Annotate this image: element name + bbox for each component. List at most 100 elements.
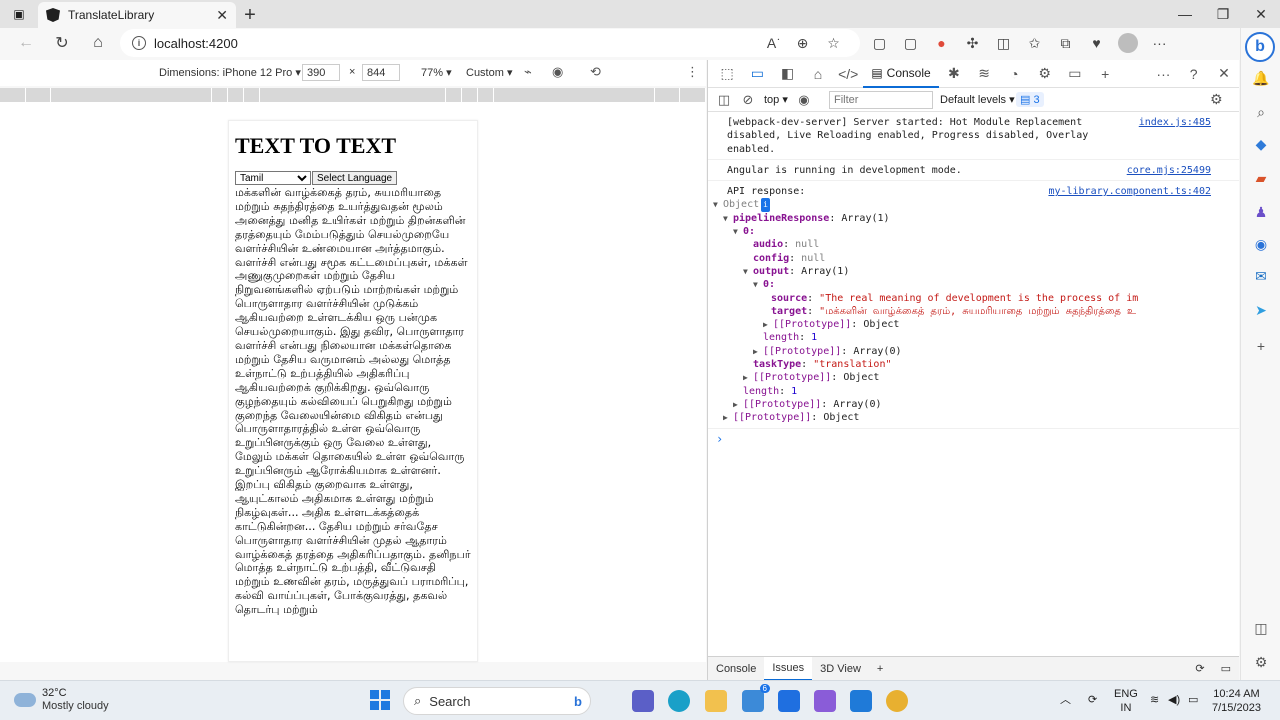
source-link[interactable]: my-library.component.ts:402 (1048, 185, 1211, 198)
performance-icon[interactable]: ♥ (1081, 35, 1112, 51)
split-screen-icon[interactable]: ◫ (988, 35, 1019, 52)
more-icon[interactable]: ··· (1144, 35, 1175, 51)
tab-actions-icon[interactable]: ▣ (0, 0, 38, 28)
dock-icon[interactable]: ◧ (773, 65, 803, 82)
refresh-icon[interactable]: ↻ (44, 29, 80, 57)
outlook-icon[interactable]: ✉ (1251, 266, 1271, 286)
edge-taskbar-icon[interactable] (668, 690, 690, 712)
avatar[interactable] (1118, 33, 1138, 53)
help-icon[interactable]: ? (1179, 66, 1209, 82)
tree-node[interactable]: ▼ output: Array(1) (713, 265, 1139, 278)
sidebar-settings-icon[interactable]: ⚙ (1251, 652, 1271, 672)
new-tab-button[interactable]: + (236, 2, 264, 28)
device-mode-icon[interactable]: ▭ (742, 65, 772, 82)
width-input[interactable] (302, 64, 340, 81)
console-prompt[interactable]: › (708, 429, 1239, 446)
notification-icon[interactable]: 🔔 (1251, 68, 1271, 88)
tree-node[interactable]: ▼ pipelineResponse: Array(1) (713, 212, 1139, 225)
sidebar-layout-icon[interactable]: ◫ (1251, 618, 1271, 638)
tray-overflow-icon[interactable]: ︿ (1060, 693, 1071, 707)
favorite-icon[interactable]: ☆ (818, 35, 849, 52)
tree-node[interactable]: ▼ Object i (713, 198, 1139, 212)
browser-tab[interactable]: TranslateLibrary ✕ (38, 2, 236, 28)
source-link[interactable]: core.mjs:25499 (1127, 164, 1211, 177)
filter-input[interactable] (829, 91, 933, 109)
favorites-icon[interactable]: ✩ (1019, 35, 1050, 52)
taskbar-search[interactable]: ⌕ Search b (403, 687, 591, 715)
weather-widget[interactable]: 32°C Mostly cloudy (14, 687, 109, 713)
drawer-sync-icon[interactable]: ⟳ (1187, 657, 1212, 681)
context-select[interactable]: top ▾ (760, 93, 792, 106)
restore-icon[interactable]: ❐ (1204, 0, 1242, 28)
zoom-select[interactable]: 77% ▾ (421, 66, 452, 79)
close-window-icon[interactable]: ✕ (1242, 0, 1280, 28)
info-icon[interactable]: i (132, 36, 146, 50)
search-sidebar-icon[interactable]: ⌕ (1251, 102, 1271, 122)
welcome-icon[interactable]: ⌂ (803, 66, 833, 82)
drawer-add-icon[interactable]: + (869, 657, 891, 681)
vscode-icon[interactable] (850, 690, 872, 712)
issues-badge[interactable]: ▤ 3 (1016, 92, 1044, 107)
add-sidebar-icon[interactable]: + (1251, 336, 1271, 356)
device-more-icon[interactable]: ⋮ (686, 64, 699, 80)
levels-select[interactable]: Default levels ▾ (940, 93, 1015, 106)
zoom-icon[interactable]: ⊕ (787, 35, 818, 52)
drawer-tab-issues[interactable]: Issues (764, 656, 813, 681)
start-icon[interactable] (370, 690, 390, 710)
back-icon[interactable]: ← (8, 29, 44, 57)
clear-console-icon[interactable]: ⊘ (736, 92, 760, 108)
url-text[interactable]: localhost:4200 (154, 36, 238, 51)
source-link[interactable]: index.js:485 (1139, 116, 1211, 129)
minimize-icon[interactable]: — (1166, 0, 1204, 28)
close-devtools-icon[interactable]: ✕ (1209, 65, 1239, 82)
network-icon[interactable]: ≋ (969, 65, 999, 82)
throttle-select[interactable]: Custom ▾ (466, 66, 512, 79)
close-tab-icon[interactable]: ✕ (216, 7, 228, 24)
elements-icon[interactable]: </> (833, 66, 863, 82)
sensor-icon[interactable]: ⌁ (524, 64, 532, 80)
settings-tab-icon[interactable]: ⚙ (1030, 65, 1060, 82)
drawer-tab-console[interactable]: Console (708, 657, 764, 681)
tray-sync-icon[interactable]: ⟳ (1088, 693, 1097, 707)
drawer-dock-icon[interactable]: ▭ (1213, 657, 1239, 681)
microsoft365-icon[interactable]: ◉ (1251, 234, 1271, 254)
tree-node[interactable]: ▼ 0: (713, 225, 1139, 238)
language-select[interactable]: Tamil (235, 171, 311, 185)
collections-icon[interactable]: ⧉ (1050, 35, 1081, 52)
live-expression-icon[interactable]: ◉ (792, 92, 816, 108)
console-settings-icon[interactable]: ⚙ (1210, 91, 1223, 108)
performance-tab-icon[interactable]: ◔ (999, 66, 1029, 82)
devtools-more-icon[interactable]: ··· (1148, 66, 1178, 82)
tree-node[interactable]: ▼ 0: (713, 278, 1139, 291)
extensions-icon[interactable]: ✣ (957, 35, 988, 52)
sources-icon[interactable]: ✱ (939, 65, 969, 82)
address-bar[interactable]: i localhost:4200 (120, 29, 860, 57)
sidebar-toggle-icon[interactable]: ◫ (712, 92, 736, 108)
file-explorer-icon[interactable] (705, 690, 727, 712)
wifi-icon[interactable]: ≋ (1150, 693, 1159, 707)
drop-icon[interactable]: ➤ (1251, 300, 1271, 320)
home-icon[interactable]: ⌂ (80, 29, 116, 57)
chrome-icon[interactable] (886, 690, 908, 712)
tree-node[interactable]: ▶ [[Prototype]]: Object (713, 411, 1139, 424)
tree-node[interactable]: ▶ [[Prototype]]: Object (713, 318, 1139, 331)
eye-icon[interactable]: ◉ (552, 64, 563, 80)
drawer-tab-3d-view[interactable]: 3D View (812, 657, 869, 681)
clock[interactable]: 10:24 AM 7/15/2023 (1212, 687, 1261, 715)
mail-icon[interactable]: 6 (742, 684, 770, 712)
language-indicator[interactable]: ENG IN (1114, 687, 1138, 715)
volume-icon[interactable]: ◀) (1168, 693, 1180, 707)
tree-node[interactable]: ▶ [[Prototype]]: Object (713, 371, 1139, 384)
extension2-icon[interactable]: ▢ (895, 35, 926, 52)
dropbox-icon[interactable] (778, 690, 800, 712)
tools-icon[interactable]: ▰ (1251, 168, 1271, 188)
bing-copilot-icon[interactable]: b (1245, 32, 1275, 62)
media-query-bar[interactable] (0, 88, 707, 102)
extension-icon[interactable]: ▢ (864, 35, 895, 52)
tree-node[interactable]: ▶ [[Prototype]]: Array(0) (713, 345, 1139, 358)
inspect-icon[interactable]: ⬚ (712, 65, 742, 82)
height-input[interactable] (362, 64, 400, 81)
rotate-icon[interactable]: ⟲ (590, 64, 601, 80)
battery-icon[interactable]: ▭ (1188, 693, 1198, 707)
teams-icon[interactable] (632, 690, 654, 712)
